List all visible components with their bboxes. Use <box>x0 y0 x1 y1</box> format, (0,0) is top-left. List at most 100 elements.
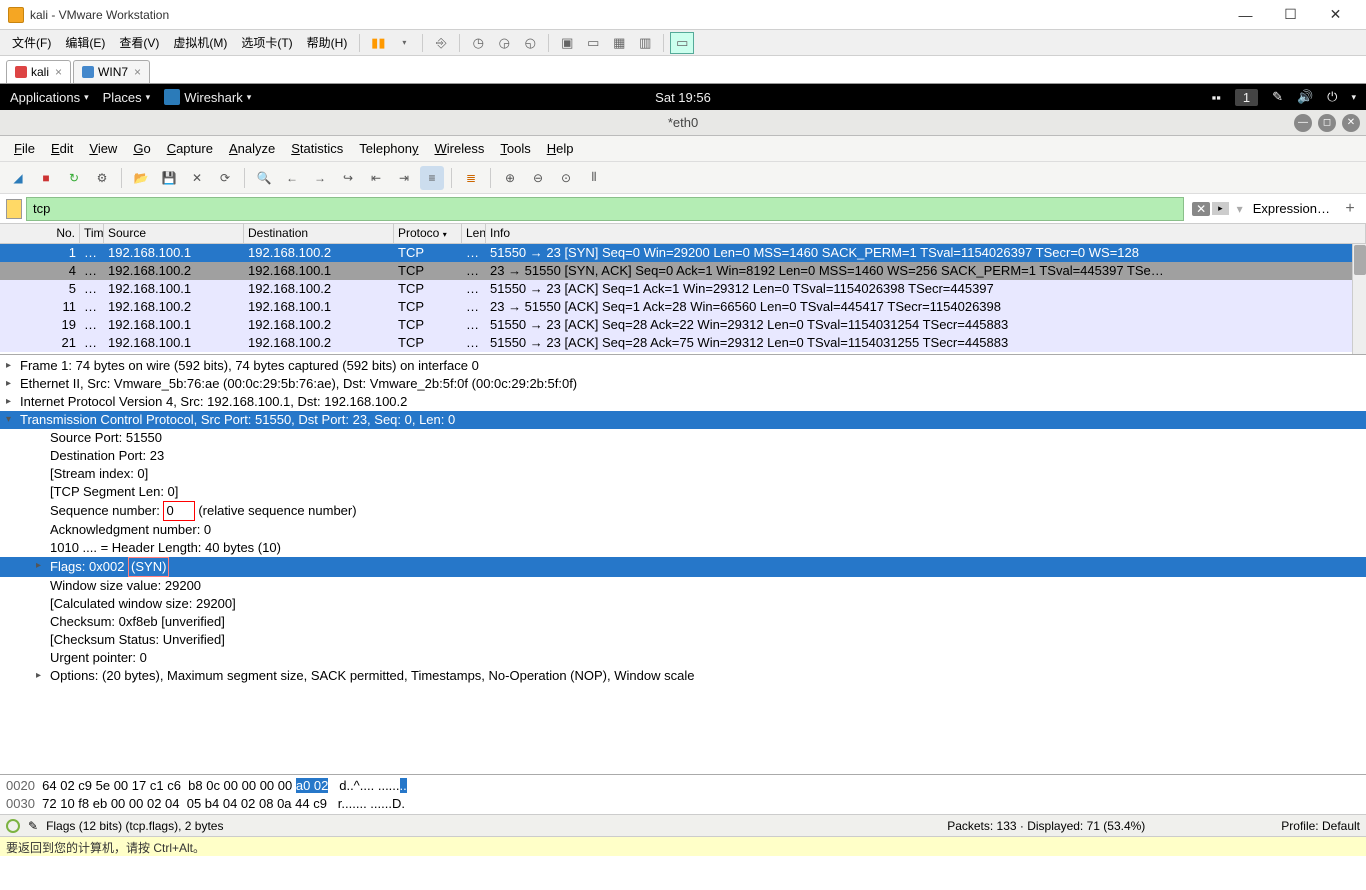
start-capture-icon[interactable]: ◢ <box>6 166 30 190</box>
detail-chkstat[interactable]: [Checksum Status: Unverified] <box>0 631 1366 649</box>
detail-dstport[interactable]: Destination Port: 23 <box>0 447 1366 465</box>
detail-seglen[interactable]: [TCP Segment Len: 0] <box>0 483 1366 501</box>
packet-row[interactable]: 11…192.168.100.2192.168.100.1TCP…23 → 51… <box>0 298 1366 316</box>
ws-close-icon[interactable]: ✕ <box>1342 114 1360 132</box>
power-icon[interactable]: ⏻ <box>1327 89 1337 105</box>
workspace-badge[interactable]: 1 <box>1235 89 1258 106</box>
save-icon[interactable]: 💾 <box>157 166 181 190</box>
first-packet-icon[interactable]: ⇤ <box>364 166 388 190</box>
detail-srcport[interactable]: Source Port: 51550 <box>0 429 1366 447</box>
detail-calcwin[interactable]: [Calculated window size: 29200] <box>0 595 1366 613</box>
find-icon[interactable]: 🔍 <box>252 166 276 190</box>
clock[interactable]: Sat 19:56 <box>655 90 711 105</box>
places-menu[interactable]: Places ▾ <box>103 90 151 105</box>
menu-file[interactable]: 文件(F) <box>6 32 57 53</box>
col-header-no[interactable]: No. <box>0 224 80 243</box>
col-header-info[interactable]: Info <box>486 224 1366 243</box>
col-header-time[interactable]: Tim <box>80 224 104 243</box>
pause-icon[interactable]: ▮▮ <box>366 32 390 54</box>
menu-tabs[interactable]: 选项卡(T) <box>235 32 298 53</box>
packet-row[interactable]: 19…192.168.100.1192.168.100.2TCP…51550 →… <box>0 316 1366 334</box>
snapshot-icon[interactable]: ◷ <box>466 32 490 54</box>
packet-row[interactable]: 21…192.168.100.1192.168.100.2TCP…51550 →… <box>0 334 1366 352</box>
col-header-proto[interactable]: Protoco ▾ <box>394 224 462 243</box>
col-header-dest[interactable]: Destination <box>244 224 394 243</box>
detail-ethernet[interactable]: Ethernet II, Src: Vmware_5b:76:ae (00:0c… <box>0 375 1366 393</box>
ws-menu-go[interactable]: Go <box>127 139 156 158</box>
restart-capture-icon[interactable]: ↻ <box>62 166 86 190</box>
menu-vm[interactable]: 虚拟机(M) <box>167 32 233 53</box>
colorize-icon[interactable]: ≣ <box>459 166 483 190</box>
menu-edit[interactable]: 编辑(E) <box>59 32 111 53</box>
autoscroll-icon[interactable]: ≡ <box>420 166 444 190</box>
packet-row[interactable]: 5…192.168.100.1192.168.100.2TCP…51550 → … <box>0 280 1366 298</box>
hex-line-1[interactable]: 0020 64 02 c9 5e 00 17 c1 c6 b8 0c 00 00… <box>6 777 1360 795</box>
thumbnail-icon[interactable]: ▦ <box>607 32 631 54</box>
unity-icon[interactable]: ▣ <box>555 32 579 54</box>
ws-menu-file[interactable]: File <box>8 139 41 158</box>
close-tab-icon[interactable]: × <box>134 65 141 79</box>
console-icon[interactable]: ▭ <box>670 32 694 54</box>
menu-help[interactable]: 帮助(H) <box>301 32 354 53</box>
jump-icon[interactable]: ↪ <box>336 166 360 190</box>
detail-winsize[interactable]: Window size value: 29200 <box>0 577 1366 595</box>
resize-columns-icon[interactable]: ⫴ <box>582 166 606 190</box>
record-icon[interactable]: ✎ <box>1272 89 1283 105</box>
packet-details[interactable]: Frame 1: 74 bytes on wire (592 bits), 74… <box>0 354 1366 774</box>
detail-checksum[interactable]: Checksum: 0xf8eb [unverified] <box>0 613 1366 631</box>
ws-menu-telephony[interactable]: Telephony <box>353 139 424 158</box>
maximize-button[interactable]: ☐ <box>1268 1 1313 29</box>
detail-frame[interactable]: Frame 1: 74 bytes on wire (592 bits), 74… <box>0 357 1366 375</box>
ws-menu-tools[interactable]: Tools <box>494 139 536 158</box>
ws-menu-view[interactable]: View <box>83 139 123 158</box>
last-packet-icon[interactable]: ⇥ <box>392 166 416 190</box>
close-button[interactable]: ✕ <box>1313 1 1358 29</box>
display-filter-input[interactable]: tcp <box>26 197 1184 221</box>
back-icon[interactable]: ← <box>280 166 304 190</box>
col-header-source[interactable]: Source <box>104 224 244 243</box>
send-ctrlaltdel-icon[interactable]: ⎆ <box>429 32 453 54</box>
system-dropdown-icon[interactable]: ▾ <box>1351 92 1356 103</box>
ws-menu-help[interactable]: Help <box>541 139 580 158</box>
ws-menu-analyze[interactable]: Analyze <box>223 139 281 158</box>
snapshot-revert-icon[interactable]: ◶ <box>492 32 516 54</box>
filter-bookmark-icon[interactable] <box>6 199 22 219</box>
ws-menu-wireless[interactable]: Wireless <box>429 139 491 158</box>
open-icon[interactable]: 📂 <box>129 166 153 190</box>
ws-menu-edit[interactable]: Edit <box>45 139 79 158</box>
close-file-icon[interactable]: ✕ <box>185 166 209 190</box>
detail-flags[interactable]: Flags: 0x002 (SYN) <box>0 557 1366 577</box>
packet-list[interactable]: 1…192.168.100.1192.168.100.2TCP…51550 → … <box>0 244 1366 354</box>
ws-menu-capture[interactable]: Capture <box>161 139 219 158</box>
edit-icon[interactable]: ✎ <box>28 819 38 833</box>
volume-icon[interactable]: 🔊 <box>1297 89 1313 105</box>
ws-minimize-icon[interactable]: — <box>1294 114 1312 132</box>
filter-clear-button[interactable]: ✕▸ <box>1188 202 1233 216</box>
close-tab-icon[interactable]: × <box>55 65 62 79</box>
detail-options[interactable]: Options: (20 bytes), Maximum segment siz… <box>0 667 1366 685</box>
ws-maximize-icon[interactable]: ◻ <box>1318 114 1336 132</box>
status-profile[interactable]: Profile: Default <box>1281 819 1360 833</box>
expression-button[interactable]: Expression… <box>1247 201 1336 216</box>
menu-view[interactable]: 查看(V) <box>113 32 165 53</box>
detail-stream[interactable]: [Stream index: 0] <box>0 465 1366 483</box>
reload-icon[interactable]: ⟳ <box>213 166 237 190</box>
col-header-len[interactable]: Len <box>462 224 486 243</box>
packet-scrollbar[interactable] <box>1352 244 1366 354</box>
fullscreen-icon[interactable]: ▭ <box>581 32 605 54</box>
vm-tab-win7[interactable]: WIN7 × <box>73 60 150 83</box>
zoom-reset-icon[interactable]: ⊙ <box>554 166 578 190</box>
forward-icon[interactable]: → <box>308 166 332 190</box>
expert-info-icon[interactable] <box>6 819 20 833</box>
add-filter-button[interactable]: + <box>1340 200 1360 218</box>
ws-menu-statistics[interactable]: Statistics <box>285 139 349 158</box>
minimize-button[interactable]: — <box>1223 1 1268 29</box>
detail-urgent[interactable]: Urgent pointer: 0 <box>0 649 1366 667</box>
zoom-out-icon[interactable]: ⊖ <box>526 166 550 190</box>
detail-hlen[interactable]: 1010 .... = Header Length: 40 bytes (10) <box>0 539 1366 557</box>
video-icon[interactable]: ▪▪ <box>1212 90 1221 105</box>
wireshark-app-menu[interactable]: Wireshark ▾ <box>164 89 251 105</box>
packet-row[interactable]: 1…192.168.100.1192.168.100.2TCP…51550 → … <box>0 244 1366 262</box>
hex-pane[interactable]: 0020 64 02 c9 5e 00 17 c1 c6 b8 0c 00 00… <box>0 774 1366 814</box>
library-icon[interactable]: ▥ <box>633 32 657 54</box>
